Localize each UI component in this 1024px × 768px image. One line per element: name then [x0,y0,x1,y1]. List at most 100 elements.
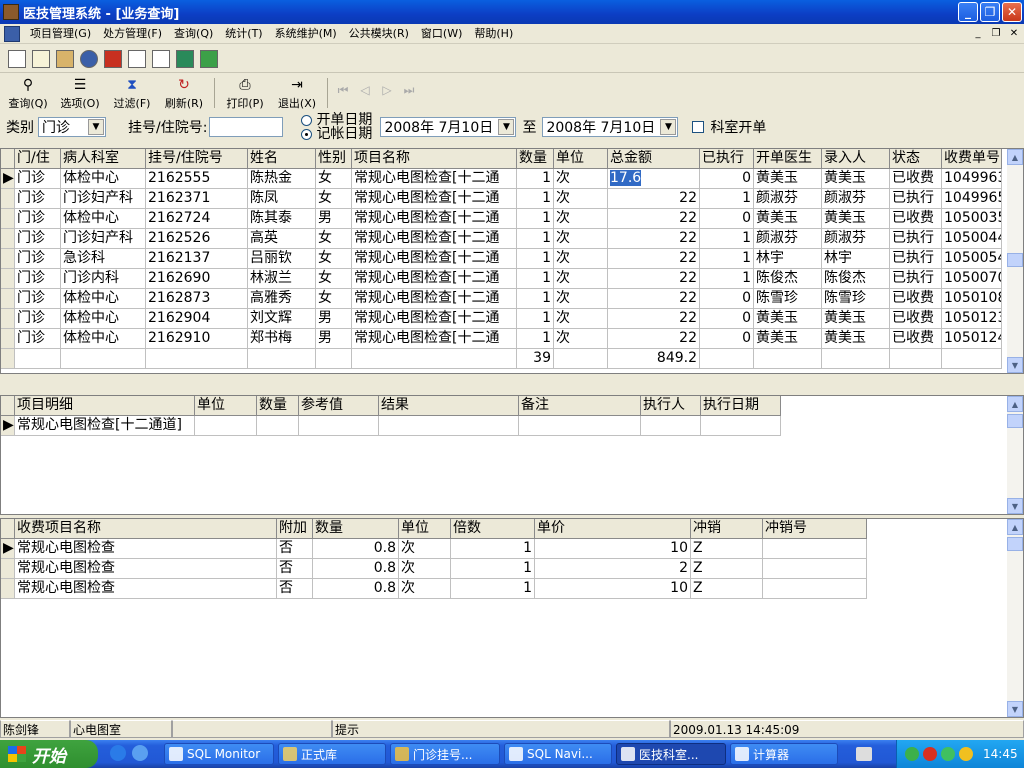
table-cell[interactable]: 门诊 [15,329,61,349]
table-cell[interactable]: 已收费 [890,169,942,189]
table-cell[interactable]: 门诊 [15,269,61,289]
table-cell[interactable]: 次 [399,579,451,599]
main-grid-hscroll[interactable]: ◀ ▶ [1,373,1007,374]
first-record-icon[interactable]: ⏮ [332,75,354,105]
table-cell[interactable]: 1 [517,229,554,249]
table-cell[interactable]: 常规心电图检查 [15,559,277,579]
table-cell[interactable]: 次 [554,249,608,269]
menu-item-statistics[interactable]: 统计(T) [219,24,268,44]
chevron-down-icon[interactable]: ▼ [88,119,104,135]
column-header[interactable]: 姓名 [248,149,316,169]
table-cell[interactable]: 男 [316,309,352,329]
table-row[interactable]: 门诊 门诊内科 2162690 林淑兰女常规心电图检查[十二通 1 次 22 1 陈俊杰 陈俊杰已… [1,269,1002,289]
copy-icon[interactable] [152,49,170,68]
table-cell[interactable]: 1 [517,289,554,309]
column-header[interactable]: 数量 [257,396,299,416]
column-header[interactable]: 总金额 [608,149,700,169]
column-header[interactable]: 单位 [195,396,257,416]
scroll-thumb[interactable] [1007,253,1023,267]
scroll-down-icon[interactable]: ▼ [1007,701,1023,717]
stop-icon[interactable] [923,747,937,761]
table-cell[interactable]: 10501247 [942,329,1002,349]
table-cell[interactable] [379,416,519,436]
table-cell[interactable]: 1 [700,229,754,249]
table-cell[interactable]: 10500359 [942,209,1002,229]
table-cell[interactable]: 1 [700,269,754,289]
table-cell[interactable]: 女 [316,269,352,289]
table-cell[interactable]: 0 [700,209,754,229]
table-cell[interactable]: 次 [554,189,608,209]
explorer-icon[interactable] [132,745,148,761]
table-cell[interactable]: 陈凤 [248,189,316,209]
table-cell[interactable]: 次 [554,329,608,349]
radio-open-date[interactable]: 开单日期 [301,113,372,127]
table-cell[interactable]: 0 [700,169,754,189]
options-button[interactable]: ☰ 选项(O) [54,75,106,111]
row-indicator[interactable] [1,249,15,269]
table-cell[interactable]: 否 [277,559,313,579]
table-cell[interactable]: 体检中心 [61,329,146,349]
table-cell[interactable]: 2162137 [146,249,248,269]
row-indicator[interactable] [1,559,15,579]
exit-button[interactable]: ⇥ 退出(X) [271,75,323,111]
table-cell[interactable]: 体检中心 [61,309,146,329]
column-header[interactable]: 门/住 [15,149,61,169]
table-cell[interactable]: 1 [517,209,554,229]
row-indicator[interactable] [1,289,15,309]
table-cell[interactable]: 次 [554,169,608,189]
table-cell[interactable]: 次 [554,269,608,289]
date-to-picker[interactable]: 2008年 7月10日 ▼ [542,117,679,137]
table-cell[interactable]: 吕丽钦 [248,249,316,269]
network-icon[interactable] [905,747,919,761]
keyboard-icon[interactable] [856,747,872,761]
table-cell[interactable]: 22 [608,289,700,309]
task-sql-monitor[interactable]: SQL Monitor [164,743,274,765]
row-indicator[interactable] [1,579,15,599]
table-cell[interactable]: 门诊内科 [61,269,146,289]
table-cell[interactable]: 次 [554,229,608,249]
selected-cell-text[interactable]: 17.6 [610,170,642,186]
column-header[interactable]: 单价 [535,519,691,539]
table-cell[interactable]: 1 [517,169,554,189]
table-cell[interactable]: 0.8 [313,559,399,579]
table-cell[interactable]: 陈俊杰 [822,269,890,289]
table-cell[interactable]: 颜淑芬 [754,189,822,209]
next-record-icon[interactable]: ▷ [376,75,398,105]
table-row[interactable]: 门诊 急诊科 2162137 吕丽钦女常规心电图检查[十二通 1 次 22 1 林宇 林宇 已执行 1… [1,249,1002,269]
table-cell[interactable] [763,579,867,599]
table-cell[interactable]: 常规心电图检查[十二通 [352,229,517,249]
hscroll-thumb[interactable] [155,373,171,374]
new-file-icon[interactable] [8,49,26,68]
last-record-icon[interactable]: ⏭ [398,75,420,105]
table-cell[interactable]: 女 [316,249,352,269]
table-cell[interactable]: 1 [451,579,535,599]
table-cell[interactable]: 林宇 [822,249,890,269]
table-cell[interactable]: 女 [316,289,352,309]
table-cell[interactable]: 黄美玉 [754,309,822,329]
table-row[interactable]: 门诊 体检中心 2162910 郑书梅男常规心电图检查[十二通 1 次 22 0 黄美玉 黄美玉已… [1,329,1002,349]
menu-item-common[interactable]: 公共模块(R) [343,24,415,44]
table-cell[interactable]: 女 [316,229,352,249]
table-cell[interactable]: 门诊 [15,229,61,249]
table-cell[interactable] [299,416,379,436]
row-indicator[interactable] [1,229,15,249]
table-cell[interactable]: 2162371 [146,189,248,209]
table-cell[interactable]: 常规心电图检查[十二通 [352,209,517,229]
dept-open-checkbox[interactable] [692,121,705,133]
current-row-indicator-icon[interactable]: ▶ [1,416,15,436]
table-cell[interactable]: 10500549 [942,249,1002,269]
table-cell[interactable]: 已收费 [890,309,942,329]
table-cell[interactable]: 陈雪珍 [822,289,890,309]
scroll-down-icon[interactable]: ▼ [1007,498,1023,514]
row-indicator[interactable] [1,209,15,229]
table-cell[interactable]: 门诊 [15,189,61,209]
table-cell[interactable]: 10501086 [942,289,1002,309]
menu-item-prescription[interactable]: 处方管理(F) [97,24,168,44]
table-cell[interactable]: 林宇 [754,249,822,269]
table-cell[interactable] [763,559,867,579]
notes-icon[interactable] [32,49,50,68]
table-cell[interactable]: 常规心电图检查[十二通 [352,189,517,209]
table-cell[interactable]: 常规心电图检查[十二通道] [15,416,195,436]
scroll-up-icon[interactable]: ▲ [1007,396,1023,412]
table-row[interactable]: ▶ 常规心电图检查否 0.8 次 1 10 Z [1,539,867,559]
